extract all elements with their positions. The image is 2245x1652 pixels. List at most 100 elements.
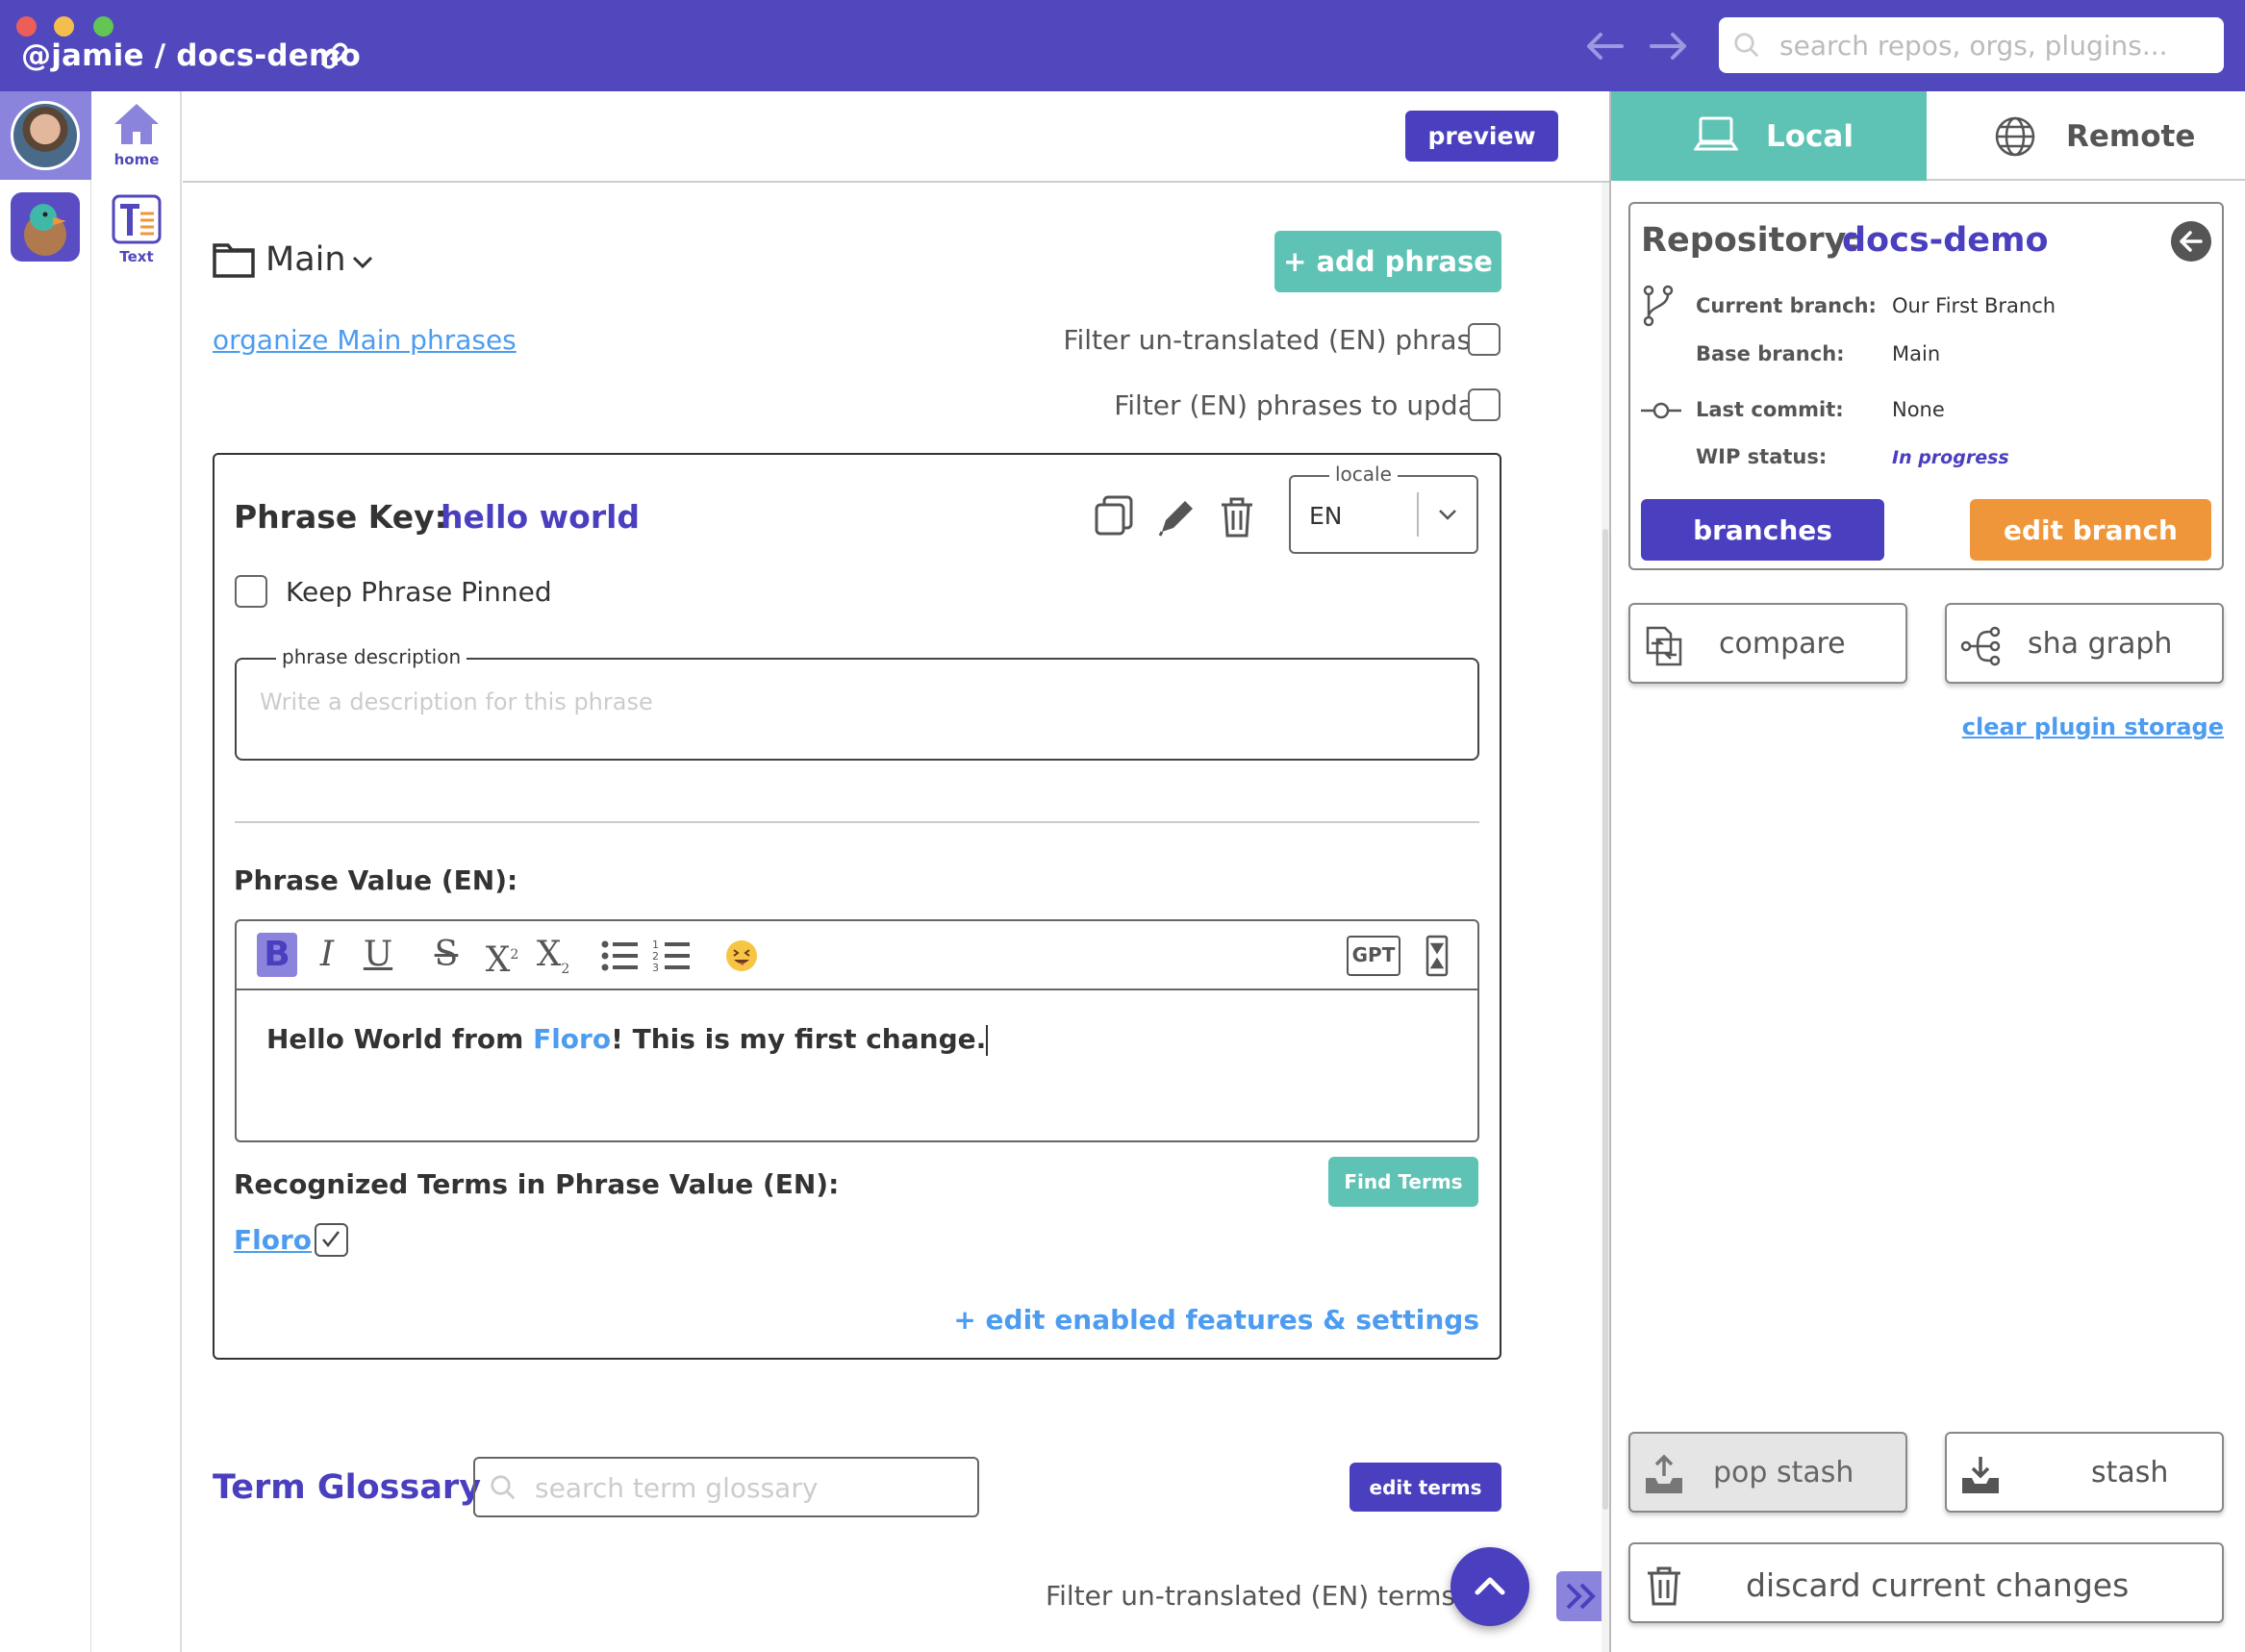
sha-graph-label: sha graph	[2028, 627, 2173, 661]
keep-pinned-checkbox[interactable]	[235, 575, 267, 608]
phrase-group-selector[interactable]: Main	[265, 240, 346, 279]
svg-text:3: 3	[652, 962, 659, 974]
repository-name: docs-demo	[1842, 221, 2049, 260]
global-search[interactable]	[1719, 17, 2224, 73]
glossary-search[interactable]	[473, 1457, 979, 1517]
underline-button[interactable]: U	[360, 933, 396, 977]
locale-legend: locale	[1329, 463, 1398, 486]
phrase-key-value: hello world	[441, 498, 641, 536]
repo-title[interactable]: @jamie / docs-demo	[21, 38, 361, 73]
keep-pinned-label: Keep Phrase Pinned	[286, 576, 552, 608]
graph-icon	[1960, 626, 2001, 666]
text-caret	[986, 1025, 989, 1056]
expand-panel-button[interactable]	[1556, 1571, 1606, 1621]
italic-button[interactable]: I	[310, 933, 344, 977]
bullet-list-icon[interactable]	[600, 938, 639, 974]
glossary-search-input[interactable]	[535, 1467, 958, 1508]
phrase-value-text[interactable]: Hello World from Floro! This is my first…	[266, 1023, 989, 1056]
current-branch-value: Our First Branch	[1892, 294, 2056, 317]
commit-icon	[1641, 402, 1681, 419]
double-chevron-right-icon	[1566, 1583, 1596, 1610]
chevron-down-icon[interactable]	[1437, 507, 1458, 522]
pop-stash-button[interactable]: pop stash	[1628, 1432, 1907, 1513]
title-bar: @jamie / docs-demo	[0, 0, 2245, 91]
filter-update-label: Filter (EN) phrases to update	[1114, 389, 1501, 421]
compare-label: compare	[1719, 627, 1846, 661]
tab-remote-label: Remote	[2066, 119, 2196, 154]
gpt-button[interactable]: GPT	[1347, 936, 1400, 976]
user-avatar[interactable]	[11, 101, 80, 170]
edit-features-link[interactable]: + edit enabled features & settings	[953, 1304, 1479, 1336]
wip-status-value: In progress	[1892, 447, 2009, 468]
phrase-description-placeholder[interactable]: Write a description for this phrase	[260, 688, 653, 715]
forward-arrow-icon[interactable]	[1648, 27, 1690, 65]
global-search-input[interactable]	[1779, 25, 2203, 65]
pencil-icon[interactable]	[1154, 493, 1197, 539]
add-phrase-button[interactable]: + add phrase	[1274, 231, 1501, 292]
pop-stash-label: pop stash	[1713, 1456, 1854, 1489]
emoji-icon[interactable]	[724, 939, 759, 973]
discard-changes-button[interactable]: discard current changes	[1628, 1542, 2224, 1623]
term-glossary-title: Term Glossary	[213, 1468, 482, 1507]
compare-button[interactable]: compare	[1628, 603, 1907, 684]
base-branch-value: Main	[1892, 342, 1941, 365]
edit-terms-button[interactable]: edit terms	[1350, 1463, 1501, 1512]
organize-phrases-link[interactable]: organize Main phrases	[213, 324, 517, 356]
scroll-to-top-button[interactable]	[1450, 1547, 1529, 1626]
minimize-window-button[interactable]	[54, 16, 74, 37]
link-icon[interactable]	[317, 38, 352, 73]
recognized-terms-label: Recognized Terms in Phrase Value (EN):	[234, 1168, 840, 1200]
copy-icon[interactable]	[1093, 493, 1135, 539]
phrase-key-label: Phrase Key:	[234, 498, 447, 536]
filter-untranslated-label: Filter un-translated (EN) phrases	[1063, 324, 1501, 356]
stash-button[interactable]: stash	[1945, 1432, 2224, 1513]
recognized-term-link[interactable]: Floro	[234, 1224, 312, 1256]
back-arrow-icon[interactable]	[1583, 27, 1626, 65]
main-scrollbar[interactable]	[1602, 183, 1609, 1652]
repository-label: Repository:	[1641, 221, 1860, 260]
laptop-icon	[1694, 116, 1738, 151]
chevron-down-icon[interactable]	[350, 252, 375, 271]
compare-icon	[1646, 626, 1682, 666]
tab-local-label: Local	[1766, 119, 1854, 154]
phrase-text-term: Floro	[533, 1023, 612, 1055]
recognized-term-checkbox[interactable]	[315, 1223, 348, 1257]
back-button[interactable]	[2171, 221, 2211, 262]
strikethrough-button[interactable]: S	[427, 933, 466, 977]
close-window-button[interactable]	[16, 16, 37, 37]
last-commit-key: Last commit:	[1696, 398, 1844, 421]
sha-graph-button[interactable]: sha graph	[1945, 603, 2224, 684]
current-branch-key: Current branch:	[1696, 294, 1877, 317]
wip-status-key: WIP status:	[1696, 445, 1828, 468]
superscript-button[interactable]: X2	[481, 933, 523, 980]
preview-button[interactable]: preview	[1405, 111, 1558, 162]
clear-plugin-storage-link[interactable]: clear plugin storage	[1962, 713, 2224, 740]
trash-icon[interactable]	[1216, 493, 1258, 539]
numbered-list-icon[interactable]: 123	[652, 938, 691, 974]
filter-untranslated-checkbox[interactable]	[1468, 323, 1501, 356]
subscript-button[interactable]: X2	[532, 933, 574, 977]
maximize-window-button[interactable]	[93, 16, 114, 37]
text-plugin-label: Text	[119, 248, 154, 265]
edit-branch-button[interactable]: edit branch	[1970, 499, 2211, 561]
branches-button[interactable]: branches	[1641, 499, 1884, 561]
filter-update-checkbox[interactable]	[1468, 388, 1501, 421]
search-icon	[1734, 33, 1759, 58]
base-branch-key: Base branch:	[1696, 342, 1845, 365]
home-icon	[114, 104, 159, 144]
scrollbar-thumb[interactable]	[1602, 529, 1608, 1510]
floro-duck-logo[interactable]	[11, 192, 80, 262]
home-nav-item[interactable]: home	[91, 101, 182, 168]
bold-button[interactable]: B	[257, 933, 297, 977]
find-terms-button[interactable]: Find Terms	[1328, 1157, 1478, 1207]
main-toolbar	[183, 91, 1609, 183]
locale-value: EN	[1309, 502, 1343, 530]
home-nav-label: home	[114, 151, 160, 168]
hourglass-icon[interactable]	[1425, 935, 1449, 977]
chevron-up-icon	[1475, 1577, 1505, 1595]
text-plugin-nav-item[interactable]: Text	[91, 194, 182, 265]
discard-changes-label: discard current changes	[1746, 1566, 2130, 1604]
stash-label: stash	[2091, 1456, 2169, 1489]
phrase-description-legend: phrase description	[276, 645, 467, 668]
upload-tray-icon	[1646, 1454, 1682, 1493]
